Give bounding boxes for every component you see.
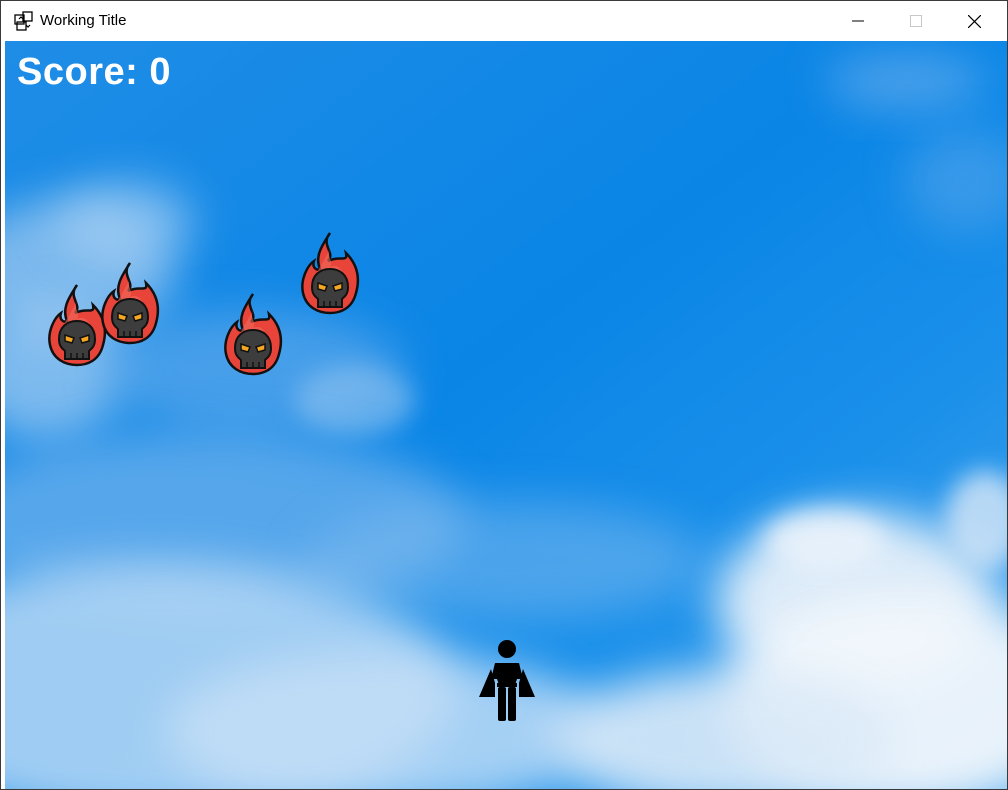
- window-title: Working Title: [40, 12, 127, 29]
- title-bar[interactable]: Working Title: [1, 1, 1007, 41]
- maximize-button[interactable]: [887, 1, 945, 41]
- hero-figure-icon[interactable]: [477, 639, 537, 723]
- score-label: Score: 0: [17, 51, 171, 93]
- flaming-skull-icon: [224, 293, 283, 376]
- close-button[interactable]: [945, 1, 1003, 41]
- game-canvas[interactable]: Score: 0: [5, 41, 1007, 789]
- minimize-icon: [852, 20, 864, 22]
- maximize-icon: [910, 15, 922, 27]
- puzzle-icon: [14, 11, 33, 31]
- minimize-button[interactable]: [829, 1, 887, 41]
- flaming-skull-icon: [101, 262, 160, 345]
- flaming-skull-icon: [48, 284, 107, 367]
- close-icon: [967, 14, 981, 28]
- flaming-skull-icon: [301, 232, 360, 315]
- game-window: Working Title Score: 0: [0, 0, 1008, 790]
